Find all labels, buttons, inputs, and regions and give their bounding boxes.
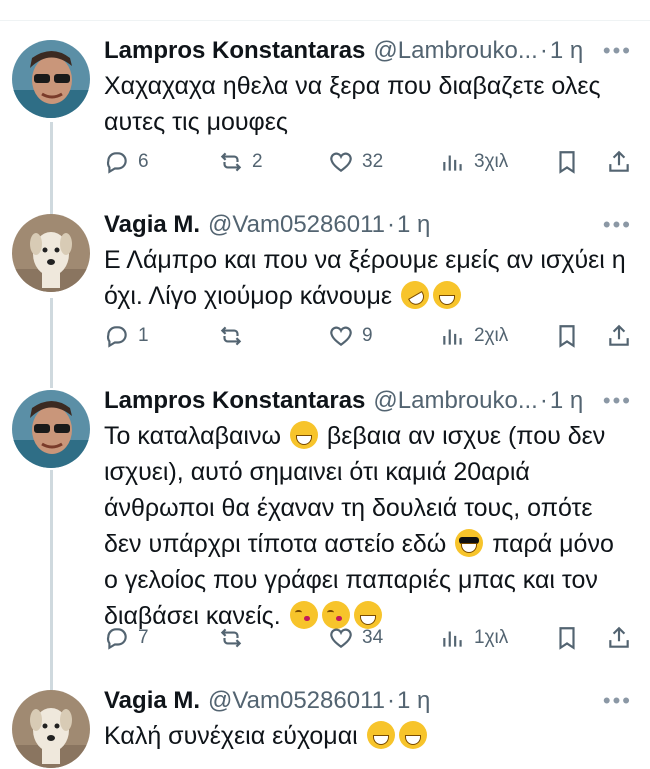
like-button[interactable]: 9 [328, 323, 440, 349]
like-count: 9 [362, 325, 373, 346]
reply-button[interactable]: 7 [104, 625, 218, 651]
timestamp[interactable]: 1 η [397, 687, 430, 715]
sunglasses-emoji [455, 529, 484, 557]
views-button[interactable]: 3χιλ [440, 149, 554, 175]
like-icon [330, 326, 352, 346]
share-icon [609, 324, 629, 346]
author-name[interactable]: Lampros Konstantaras [104, 37, 365, 65]
separator-dot: · [539, 37, 548, 64]
views-icon [443, 329, 462, 345]
author-name[interactable]: Vagia M. [104, 211, 200, 239]
repost-button[interactable] [218, 625, 328, 651]
top-divider [0, 0, 650, 21]
separator-dot: · [539, 387, 548, 414]
views-button[interactable]: 1χιλ [440, 625, 554, 651]
tweet-text: Το καταλαβαινω βεβαια αν ισχυε (που δεν … [104, 418, 632, 634]
reply-button[interactable]: 6 [104, 149, 218, 175]
repost-icon [220, 152, 242, 172]
like-icon [330, 628, 352, 648]
like-count: 32 [362, 151, 384, 172]
views-button[interactable]: 2χιλ [440, 323, 554, 349]
reply-count: 6 [138, 151, 149, 172]
timestamp[interactable]: 1 η [397, 211, 430, 239]
avatar[interactable] [12, 690, 90, 768]
reply-count: 1 [138, 325, 149, 346]
more-icon[interactable]: ••• [603, 38, 632, 64]
thread-line [50, 470, 53, 695]
grin-emoji [289, 421, 318, 449]
author-name[interactable]: Vagia M. [104, 687, 200, 715]
avatar[interactable] [12, 214, 90, 292]
bookmark-button[interactable] [554, 149, 606, 175]
timestamp[interactable]: 1 η [550, 37, 583, 65]
views-icon [443, 155, 462, 171]
repost-icon [220, 326, 242, 346]
tweet-text: Καλή συνέχεια εύχομαι [104, 718, 632, 754]
author-name[interactable]: Lampros Konstantaras [104, 387, 365, 415]
like-button[interactable]: 32 [328, 149, 440, 175]
reply-icon [106, 326, 127, 348]
rofl-emoji [395, 275, 435, 315]
views-count: 1χιλ [474, 627, 509, 648]
more-icon[interactable]: ••• [603, 688, 632, 714]
like-count: 34 [362, 627, 384, 648]
author-handle[interactable]: @Vam05286011 [208, 211, 385, 239]
avatar[interactable] [12, 390, 90, 468]
more-icon[interactable]: ••• [603, 212, 632, 238]
author-handle[interactable]: @Lambrouko... [373, 37, 537, 65]
reply-icon [106, 152, 127, 174]
tweet-text-part: Χαχαχαχα ηθελα να ξερα που διαβαζετε ολε… [104, 72, 601, 136]
more-icon[interactable]: ••• [603, 388, 632, 414]
share-button[interactable] [606, 625, 632, 651]
repost-button[interactable]: 2 [218, 149, 328, 175]
views-count: 2χιλ [474, 325, 509, 346]
bookmark-icon [559, 151, 575, 174]
bookmark-icon [559, 325, 575, 348]
separator-dot: · [386, 211, 395, 238]
grin-emoji [432, 281, 461, 309]
grin-emoji [366, 721, 395, 749]
views-count: 3χιλ [474, 151, 509, 172]
repost-button[interactable] [218, 323, 328, 349]
tweet-text-part: Το καταλαβαινω [104, 422, 281, 450]
share-button[interactable] [606, 323, 632, 349]
share-button[interactable] [606, 149, 632, 175]
share-icon [609, 626, 629, 648]
tweet-text: Ε Λάμπρο και που να ξέρουμε εμείς αν ισχ… [104, 242, 632, 315]
grin-emoji [398, 721, 427, 749]
like-button[interactable]: 34 [328, 625, 440, 651]
timestamp[interactable]: 1 η [550, 387, 583, 415]
author-handle[interactable]: @Vam05286011 [208, 687, 385, 715]
repost-icon [220, 628, 242, 648]
tweet-text: Χαχαχαχα ηθελα να ξερα που διαβαζετε ολε… [104, 68, 632, 140]
like-icon [330, 152, 352, 172]
repost-count: 2 [252, 151, 263, 172]
thread-line [50, 298, 53, 388]
bookmark-button[interactable] [554, 323, 606, 349]
author-handle[interactable]: @Lambrouko... [373, 387, 537, 415]
tweet-text-part: Ε Λάμπρο και που να ξέρουμε εμείς αν ισχ… [104, 246, 626, 310]
reply-icon [106, 628, 127, 650]
separator-dot: · [386, 687, 395, 714]
bookmark-button[interactable] [554, 625, 606, 651]
views-icon [443, 631, 462, 647]
avatar[interactable] [12, 40, 90, 118]
thread-line [50, 122, 53, 220]
share-icon [609, 150, 629, 172]
reply-button[interactable]: 1 [104, 323, 218, 349]
tweet-text-part: Καλή συνέχεια εύχομαι [104, 722, 358, 750]
reply-count: 7 [138, 627, 149, 648]
bookmark-icon [559, 627, 575, 650]
